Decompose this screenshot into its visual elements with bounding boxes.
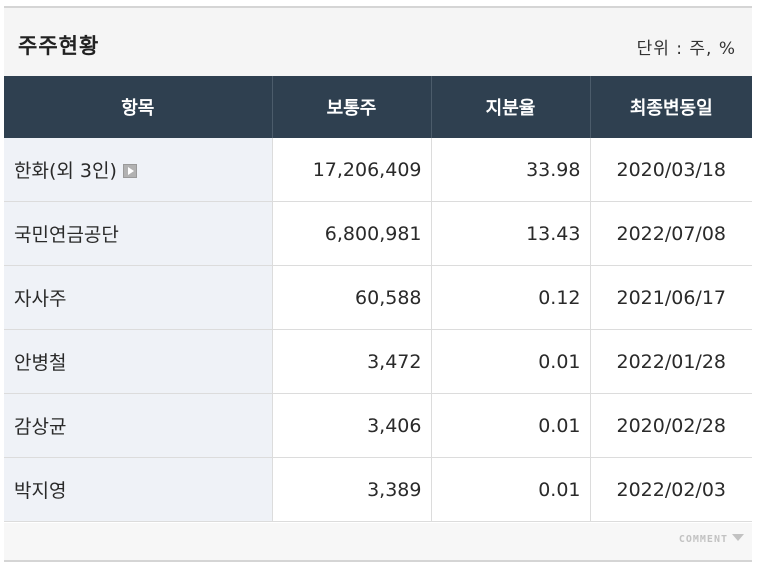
play-arrow-icon[interactable]: [122, 164, 137, 178]
shares-cell: 3,389: [271, 457, 431, 522]
triangle-down-icon: [732, 534, 744, 541]
shareholder-name-cell: 안병철: [4, 329, 272, 394]
table-row: 안병철 3,472 0.01 2022/01/28: [4, 329, 752, 394]
table-footer: COMMENT: [4, 523, 752, 560]
date-cell: 2022/02/03: [589, 457, 752, 522]
comment-toggle-button[interactable]: COMMENT: [679, 534, 744, 545]
shareholder-name-cell: 한화(외 3인): [4, 138, 272, 202]
table-header-row: 항목 보통주 지분율 최종변동일: [4, 76, 752, 138]
table-row: 감상균 3,406 0.01 2020/02/28: [4, 393, 752, 458]
shareholder-name-cell: 감상균: [4, 393, 272, 458]
unit-label: 단위 : 주, %: [636, 39, 736, 59]
table-row: 한화(외 3인) 17,206,409 33.98 2020/03/18: [4, 138, 752, 202]
shareholder-table: 항목 보통주 지분율 최종변동일 한화(외 3인) 17,206,409 33.…: [4, 76, 752, 522]
ratio-cell: 0.12: [430, 265, 590, 330]
shareholder-name-cell: 국민연금공단: [4, 201, 272, 266]
shares-cell: 60,588: [271, 265, 431, 330]
title-bar: 주주현황 단위 : 주, %: [4, 8, 752, 76]
table-row: 자사주 60,588 0.12 2021/06/17: [4, 265, 752, 330]
shares-cell: 17,206,409: [271, 138, 431, 202]
date-cell: 2021/06/17: [589, 265, 752, 330]
table-row: 국민연금공단 6,800,981 13.43 2022/07/08: [4, 201, 752, 266]
column-header-common-shares: 보통주: [271, 76, 431, 138]
ratio-cell: 0.01: [430, 393, 590, 458]
shareholder-name: 한화(외 3인): [14, 160, 117, 182]
panel-title: 주주현황: [18, 34, 100, 58]
column-header-last-change-date: 최종변동일: [589, 76, 752, 138]
ratio-cell: 33.98: [430, 138, 590, 202]
comment-label: COMMENT: [678, 534, 728, 545]
ratio-cell: 0.01: [430, 329, 590, 394]
bottom-divider: [4, 560, 752, 562]
date-cell: 2022/01/28: [589, 329, 752, 394]
column-header-ownership-ratio: 지분율: [430, 76, 590, 138]
shares-cell: 3,472: [271, 329, 431, 394]
column-header-item: 항목: [4, 76, 272, 138]
date-cell: 2022/07/08: [589, 201, 752, 266]
shareholder-name-cell: 자사주: [4, 265, 272, 330]
ratio-cell: 0.01: [430, 457, 590, 522]
ratio-cell: 13.43: [430, 201, 590, 266]
table-row: 박지영 3,389 0.01 2022/02/03: [4, 457, 752, 522]
shareholder-name-cell: 박지영: [4, 457, 272, 522]
shareholder-panel: 주주현황 단위 : 주, % 항목 보통주 지분율 최종변동일 한화(외 3인)…: [4, 6, 752, 562]
shares-cell: 3,406: [271, 393, 431, 458]
shares-cell: 6,800,981: [271, 201, 431, 266]
date-cell: 2020/02/28: [589, 393, 752, 458]
date-cell: 2020/03/18: [589, 138, 752, 202]
